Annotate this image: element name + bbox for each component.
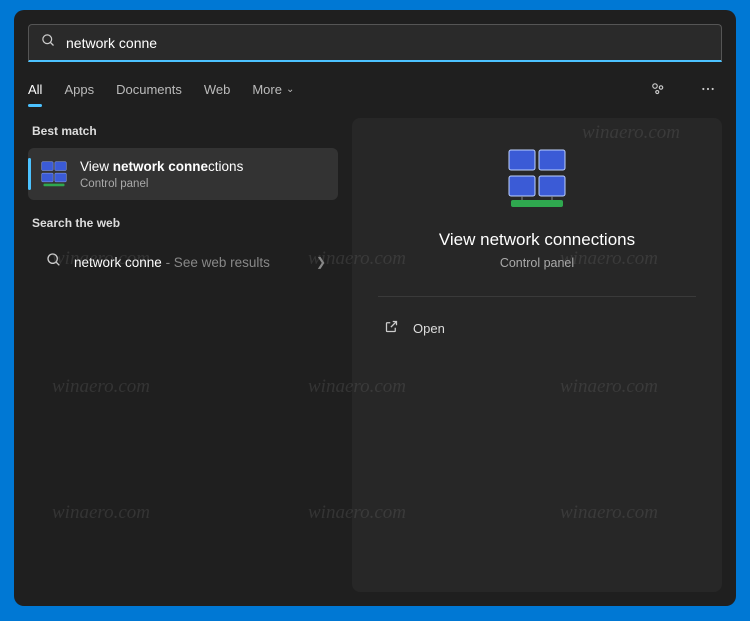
tab-apps[interactable]: Apps xyxy=(64,80,94,99)
search-web-label: Search the web xyxy=(32,216,334,230)
best-match-label: Best match xyxy=(32,124,334,138)
tab-web[interactable]: Web xyxy=(204,80,231,99)
network-connections-icon xyxy=(40,160,68,188)
search-icon xyxy=(41,33,56,53)
network-connections-icon xyxy=(505,148,569,212)
open-action[interactable]: Open xyxy=(378,307,696,349)
tab-more[interactable]: More⌄ xyxy=(252,80,294,99)
preview-panel: View network connections Control panel O… xyxy=(352,118,722,592)
open-external-icon xyxy=(384,319,399,337)
preview-subtitle: Control panel xyxy=(378,256,696,270)
open-label: Open xyxy=(413,321,445,336)
result-view-network-connections[interactable]: View network connections Control panel xyxy=(28,148,338,200)
result-title: View network connections xyxy=(80,158,326,176)
search-input[interactable] xyxy=(66,35,709,51)
results-column: Best match View network connections xyxy=(28,118,338,592)
filter-tabs: All Apps Documents Web More⌄ xyxy=(28,74,722,104)
divider xyxy=(378,296,696,297)
tab-documents[interactable]: Documents xyxy=(116,80,182,99)
tab-all[interactable]: All xyxy=(28,80,42,99)
search-icon xyxy=(40,252,62,273)
chevron-down-icon: ⌄ xyxy=(286,84,294,95)
chevron-right-icon: ❯ xyxy=(316,255,326,269)
search-bar[interactable] xyxy=(28,24,722,62)
more-options-icon[interactable] xyxy=(694,75,722,103)
result-subtitle: Control panel xyxy=(80,178,326,190)
search-highlights-icon[interactable] xyxy=(644,75,672,103)
web-result-text: network conne - See web results xyxy=(74,255,304,270)
web-result-network-conne[interactable]: network conne - See web results ❯ xyxy=(28,240,338,285)
preview-title: View network connections xyxy=(378,230,696,250)
start-search-window: All Apps Documents Web More⌄ Best match xyxy=(14,10,736,606)
